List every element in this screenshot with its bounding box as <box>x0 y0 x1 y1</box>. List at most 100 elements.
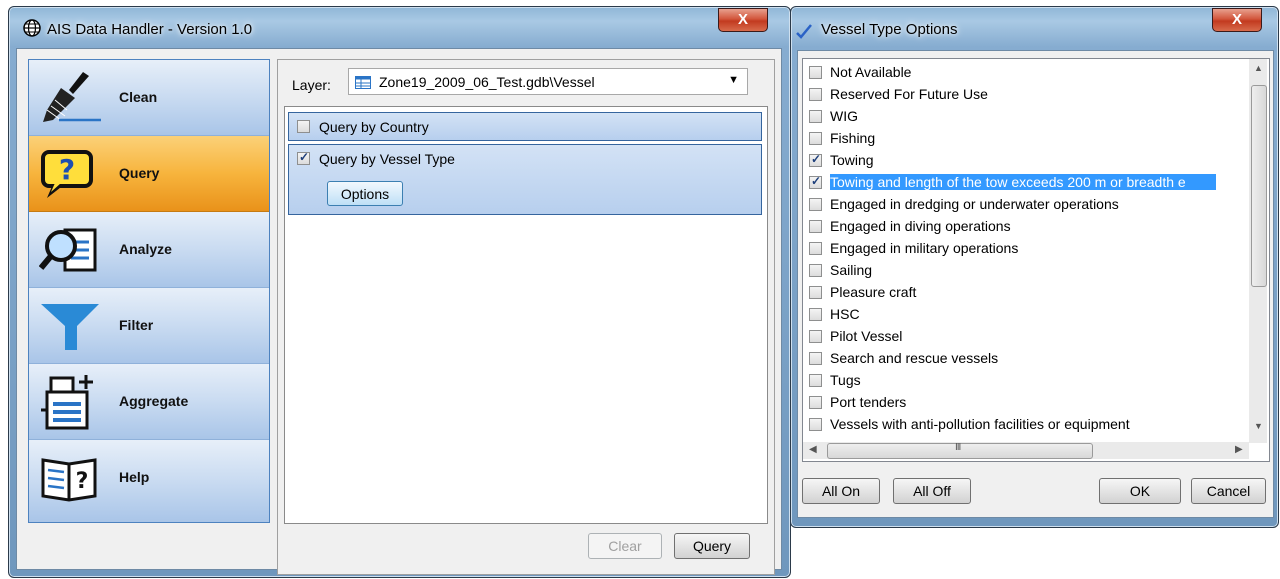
query-button[interactable]: Query <box>674 533 750 559</box>
main-titlebar[interactable]: AIS Data Handler - Version 1.0 X <box>9 7 790 49</box>
vertical-scrollbar[interactable]: ▲ ▼ <box>1249 59 1267 443</box>
scroll-up-icon[interactable]: ▲ <box>1254 63 1263 73</box>
scroll-grip-icon: III <box>955 442 961 453</box>
vessel-type-label: Towing and length of the tow exceeds 200… <box>830 174 1216 190</box>
nav-item-label: Help <box>119 469 150 485</box>
list-item[interactable]: Port tenders <box>806 392 1246 414</box>
aggregate-document-icon <box>41 375 93 430</box>
list-item[interactable]: Pilot Vessel <box>806 326 1246 348</box>
layer-select[interactable]: Zone19_2009_06_Test.gdb\Vessel ▼ <box>348 68 748 95</box>
vessel-type-label: Port tenders <box>830 394 907 410</box>
vessel-type-label: Vessels with anti-pollution facilities o… <box>830 416 1130 432</box>
vessel-type-label: Pilot Vessel <box>830 328 903 344</box>
vessel-type-checkbox[interactable] <box>809 174 822 189</box>
vessel-dialog-title: Vessel Type Options <box>821 21 958 38</box>
chevron-down-icon[interactable]: ▼ <box>728 74 739 86</box>
close-icon: X <box>1231 11 1242 28</box>
checkmark-icon <box>796 24 812 39</box>
nav-item-query[interactable]: ? Query <box>29 136 269 212</box>
vessel-type-label: Fishing <box>830 130 876 146</box>
vessel-type-checkbox[interactable] <box>809 418 822 431</box>
vessel-dialog-close-button[interactable]: X <box>1212 8 1262 32</box>
vessel-type-checkbox[interactable] <box>809 132 822 145</box>
vessel-type-checkbox[interactable] <box>809 110 822 123</box>
list-item[interactable]: WIG <box>806 106 1246 128</box>
vessel-type-checkbox[interactable] <box>809 264 822 277</box>
query-by-country-label: Query by Country <box>319 119 429 135</box>
main-window-title: AIS Data Handler - Version 1.0 <box>47 21 253 38</box>
list-item[interactable]: Sailing <box>806 260 1246 282</box>
ok-button[interactable]: OK <box>1099 478 1181 504</box>
vertical-scroll-thumb[interactable] <box>1251 85 1267 287</box>
list-item[interactable]: Search and rescue vessels <box>806 348 1246 370</box>
query-by-vessel-type-checkbox[interactable] <box>297 150 310 165</box>
scroll-right-icon[interactable]: ▶ <box>1235 444 1243 455</box>
list-item[interactable]: Reserved For Future Use <box>806 84 1246 106</box>
vessel-type-label: HSC <box>830 306 860 322</box>
query-by-country-section[interactable]: Query by Country <box>288 112 762 141</box>
vessel-type-checkbox[interactable] <box>809 374 822 387</box>
vessel-type-checkbox[interactable] <box>809 88 822 101</box>
vessel-type-label: Sailing <box>830 262 873 278</box>
query-speech-icon: ? <box>41 150 93 198</box>
close-icon: X <box>737 11 748 28</box>
svg-text:?: ? <box>59 153 75 186</box>
vessel-type-checkbox[interactable] <box>809 308 822 321</box>
layer-select-value: Zone19_2009_06_Test.gdb\Vessel <box>379 74 595 90</box>
list-item[interactable]: Not Available <box>806 62 1246 84</box>
nav-item-aggregate[interactable]: Aggregate <box>29 364 269 440</box>
scroll-left-icon[interactable]: ◀ <box>809 444 817 455</box>
vessel-type-checkbox[interactable] <box>809 352 822 365</box>
nav-item-filter[interactable]: Filter <box>29 288 269 364</box>
magnifier-document-icon <box>39 228 97 272</box>
nav-item-label: Analyze <box>119 241 172 257</box>
list-item[interactable]: Engaged in dredging or underwater operat… <box>806 194 1246 216</box>
list-item[interactable]: Towing <box>806 150 1246 172</box>
vessel-type-checkbox[interactable] <box>809 330 822 343</box>
vessel-dialog-titlebar[interactable]: Vessel Type Options X <box>791 7 1278 49</box>
options-button[interactable]: Options <box>327 181 403 206</box>
list-item[interactable]: Engaged in diving operations <box>806 216 1246 238</box>
nav-item-analyze[interactable]: Analyze <box>29 212 269 288</box>
vessel-type-checkbox[interactable] <box>809 220 822 233</box>
vessel-type-checkbox[interactable] <box>809 198 822 211</box>
list-item[interactable]: HSC <box>806 304 1246 326</box>
query-by-vessel-type-section[interactable]: Query by Vessel Type Options <box>288 144 762 215</box>
list-item[interactable]: Pleasure craft <box>806 282 1246 304</box>
list-item[interactable]: Tugs <box>806 370 1246 392</box>
nav-item-clean[interactable]: Clean <box>29 60 269 136</box>
vessel-type-label: WIG <box>830 108 858 124</box>
nav-item-help[interactable]: ? Help <box>29 440 269 522</box>
scroll-down-icon[interactable]: ▼ <box>1254 421 1263 431</box>
cancel-button[interactable]: Cancel <box>1191 478 1266 504</box>
query-by-vessel-type-label: Query by Vessel Type <box>319 151 455 167</box>
nav-item-label: Query <box>119 165 160 181</box>
vessel-type-checkbox[interactable] <box>809 66 822 79</box>
app-globe-icon <box>23 19 41 37</box>
main-close-button[interactable]: X <box>718 8 768 32</box>
nav-item-label: Clean <box>119 89 158 105</box>
all-on-button[interactable]: All On <box>802 478 880 504</box>
list-item[interactable]: Vessels with anti-pollution facilities o… <box>806 414 1246 436</box>
all-off-button[interactable]: All Off <box>893 478 971 504</box>
vessel-type-label: Engaged in military operations <box>830 240 1019 256</box>
vessel-type-label: Search and rescue vessels <box>830 350 999 366</box>
vessel-type-checkbox[interactable] <box>809 396 822 409</box>
vessel-type-checkbox[interactable] <box>809 152 822 167</box>
query-by-country-checkbox[interactable] <box>297 120 310 133</box>
layer-label: Layer: <box>292 77 331 93</box>
vessel-type-list[interactable]: Not Available Reserved For Future Use WI… <box>802 58 1270 462</box>
vessel-type-label: Engaged in dredging or underwater operat… <box>830 196 1119 212</box>
list-item[interactable]: Engaged in military operations <box>806 238 1246 260</box>
vessel-type-label: Tugs <box>830 372 861 388</box>
vessel-type-checkbox[interactable] <box>809 242 822 255</box>
clear-button[interactable]: Clear <box>588 533 662 559</box>
list-item-selected[interactable]: Towing and length of the tow exceeds 200… <box>806 172 1246 194</box>
nav-panel: Clean ? Query Analyze Filter Aggregate ?… <box>28 59 270 523</box>
vessel-type-label: Towing <box>830 152 874 168</box>
vessel-type-label: Reserved For Future Use <box>830 86 988 102</box>
vessel-type-label: Not Available <box>830 64 912 80</box>
horizontal-scrollbar[interactable]: ◀ III ▶ <box>803 442 1249 459</box>
vessel-type-checkbox[interactable] <box>809 286 822 299</box>
list-item[interactable]: Fishing <box>806 128 1246 150</box>
